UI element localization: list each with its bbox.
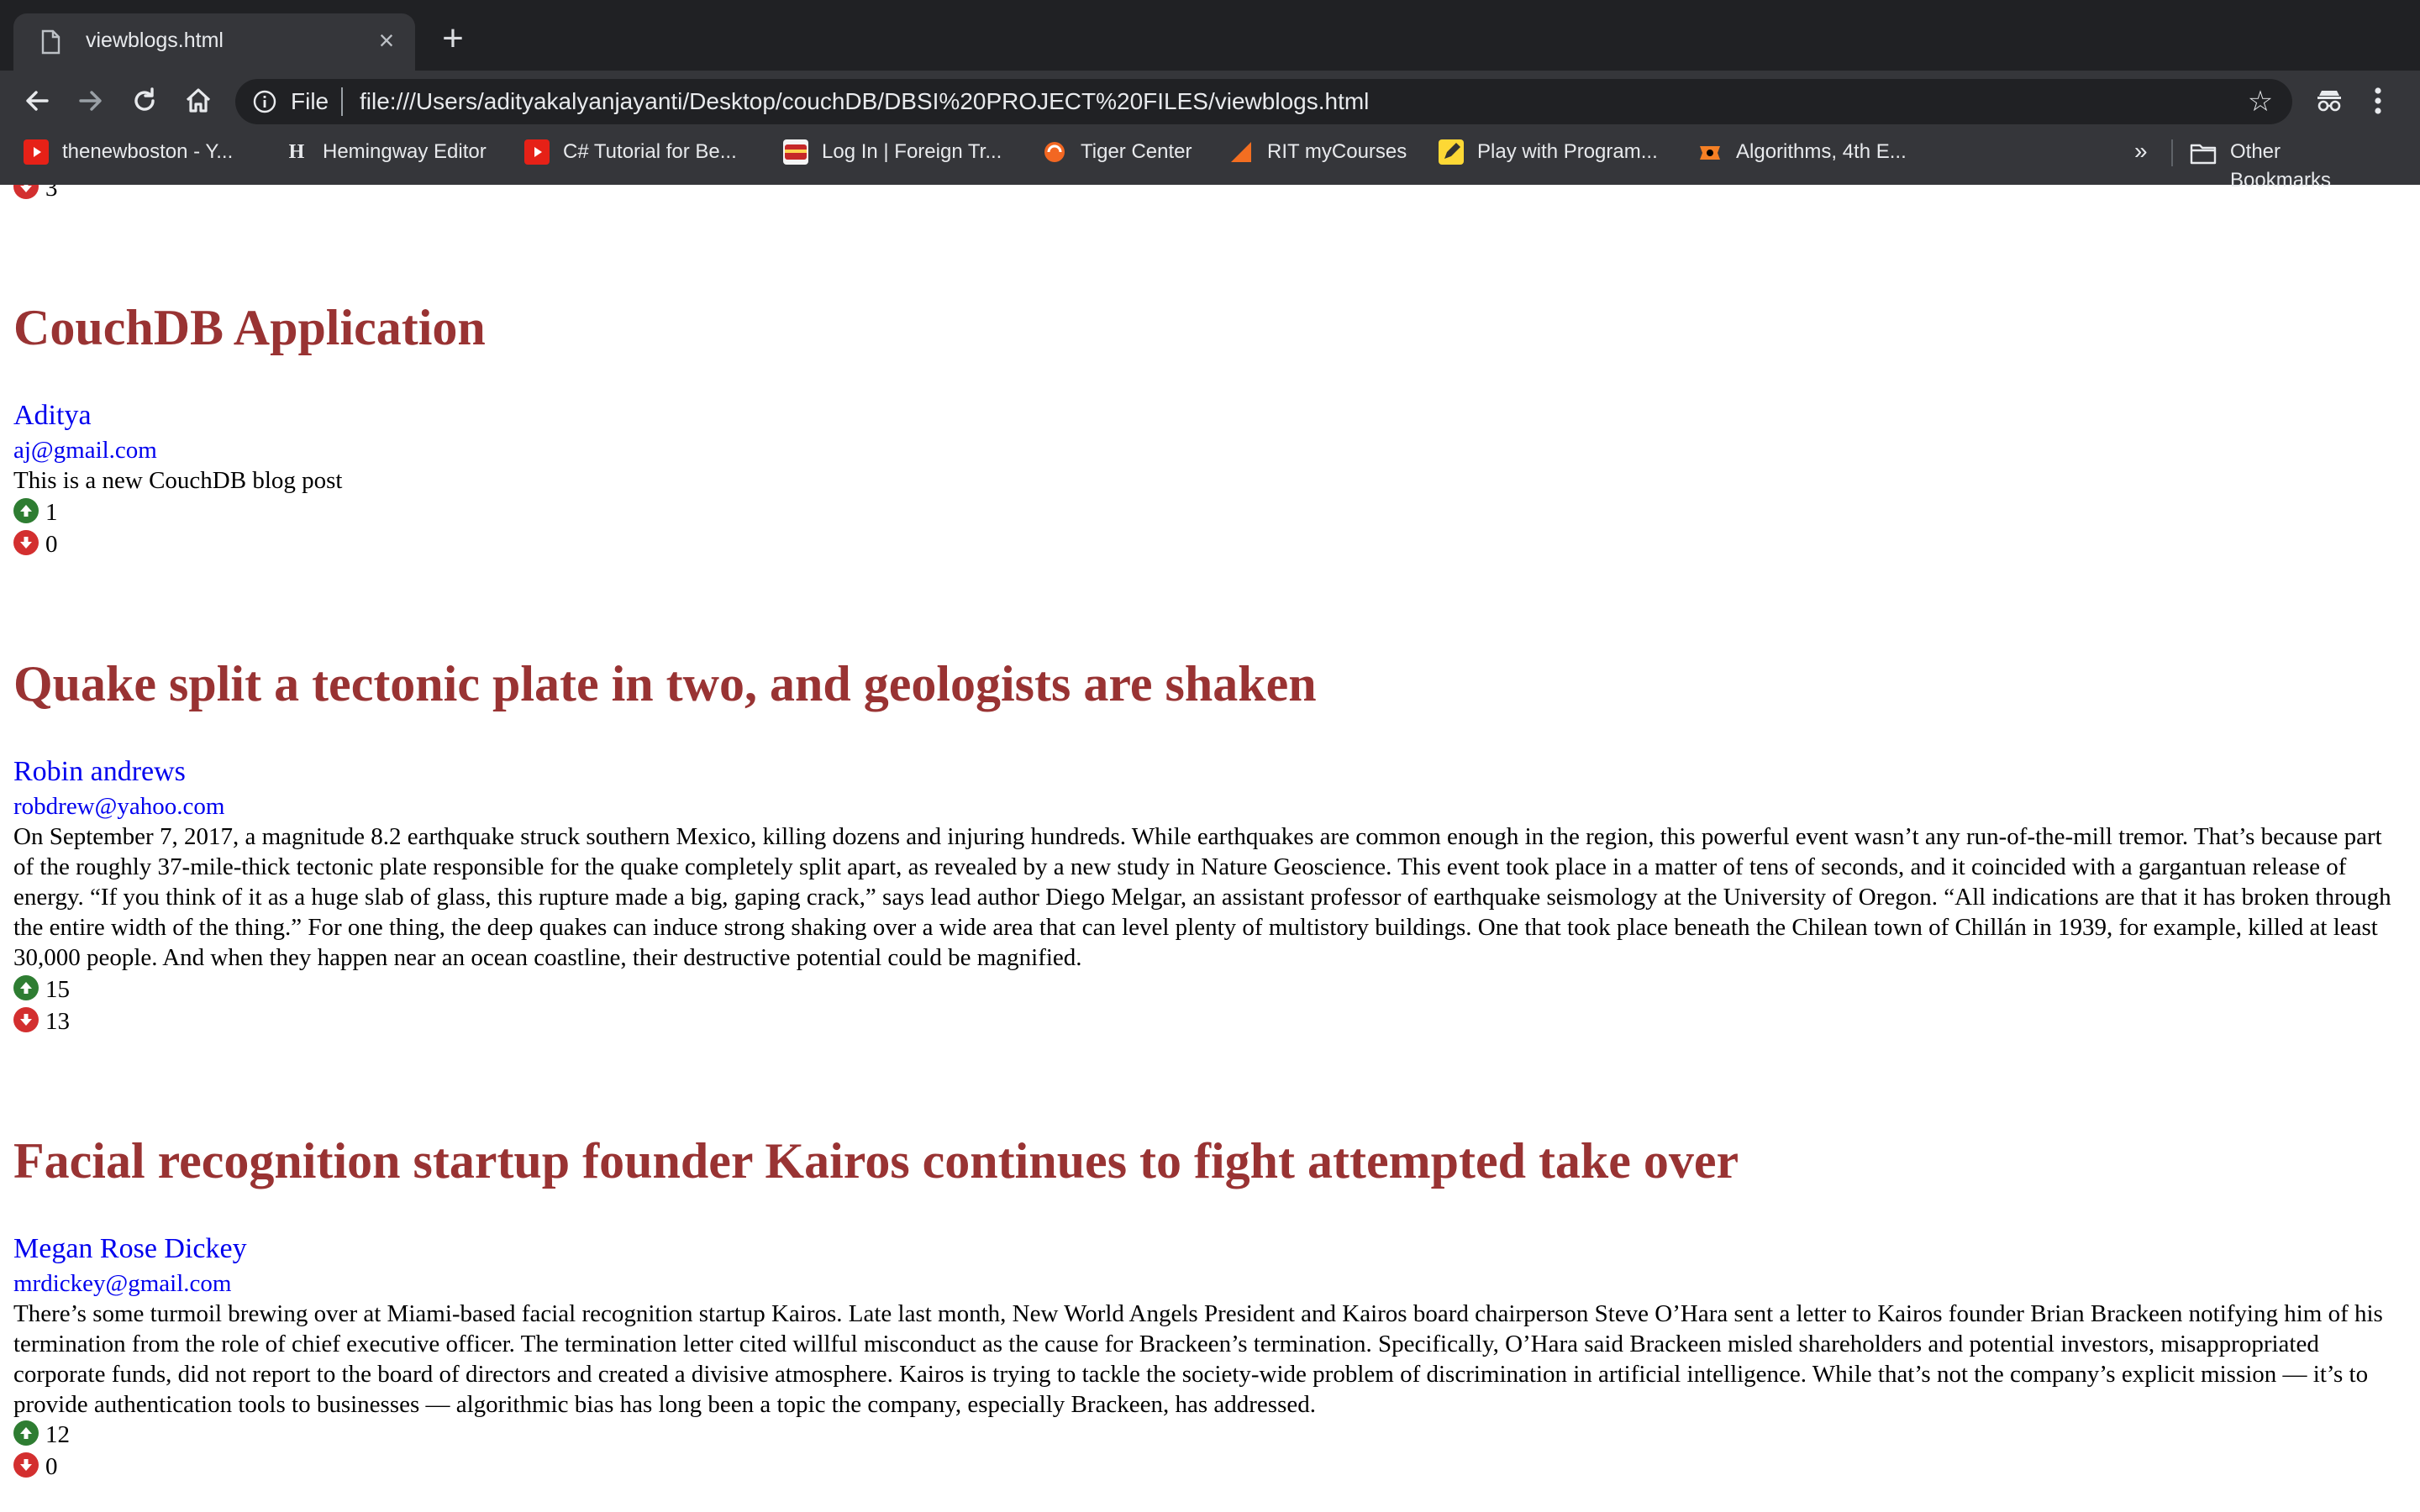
site-info-icon[interactable] xyxy=(252,89,277,114)
post-author-link[interactable]: Megan Rose Dickey xyxy=(13,1231,247,1267)
post-title: Quake split a tectonic plate in two, and… xyxy=(13,656,1317,711)
upvote-arrow-icon[interactable] xyxy=(13,975,39,1000)
tab-title: viewblogs.html xyxy=(86,29,224,52)
tiger-icon xyxy=(1042,139,1067,165)
extension-icon[interactable] xyxy=(2312,84,2346,118)
post-body: On September 7, 2017, a magnitude 8.2 ea… xyxy=(13,823,2391,971)
upvote-arrow-icon[interactable] xyxy=(13,498,39,523)
browser-chrome: viewblogs.html × + File file:///Users/ad… xyxy=(0,0,2420,192)
downvote-count: 3 xyxy=(45,185,58,202)
bookmarks-overflow-chevron-icon[interactable]: » xyxy=(2134,136,2148,166)
reload-icon[interactable] xyxy=(126,82,163,119)
post-title: Facial recognition startup founder Kairo… xyxy=(13,1133,1739,1189)
youtube-icon xyxy=(24,139,49,165)
bookmark-star-icon[interactable]: ☆ xyxy=(2247,87,2274,116)
url-text[interactable]: file:///Users/adityakalyanjayanti/Deskto… xyxy=(360,87,1369,117)
scheme-label: File xyxy=(291,88,329,114)
post-email-link[interactable]: aj@gmail.com xyxy=(13,435,157,465)
page-content: 3 CouchDB Application Aditya aj@gmail.co… xyxy=(0,185,2420,1512)
bookmark-label: C# Tutorial for Be... xyxy=(563,140,737,163)
mycourses-icon xyxy=(1228,139,1254,165)
downvote-count: 0 xyxy=(45,531,58,558)
bookmark-label: Play with Program... xyxy=(1477,140,1658,163)
post-body: There’s some turmoil brewing over at Mia… xyxy=(13,1300,2383,1418)
back-arrow-icon[interactable] xyxy=(18,82,55,119)
bookmark-label: Algorithms, 4th E... xyxy=(1736,140,1907,163)
address-separator xyxy=(341,87,343,116)
tab-strip: viewblogs.html × + xyxy=(0,0,2420,71)
pencil-icon xyxy=(1439,139,1464,165)
page-icon xyxy=(37,29,64,55)
upvote-arrow-icon[interactable] xyxy=(13,1420,39,1446)
browser-tab[interactable]: viewblogs.html × xyxy=(13,13,415,71)
post-author-link[interactable]: Robin andrews xyxy=(13,754,186,790)
post-email-link[interactable]: robdrew@yahoo.com xyxy=(13,791,224,822)
card-icon xyxy=(783,139,808,165)
hemingway-icon: H xyxy=(288,141,305,163)
post-body: This is a new CouchDB blog post xyxy=(13,467,343,494)
bookmark-label: RIT myCourses xyxy=(1267,140,1407,163)
bookmark-label: Hemingway Editor xyxy=(323,140,487,163)
bookmarks-divider xyxy=(2171,139,2173,166)
post-title: CouchDB Application xyxy=(13,300,486,355)
menu-dots-icon[interactable] xyxy=(2370,82,2386,119)
upvote-count: 15 xyxy=(45,976,70,1003)
downvote-count: 0 xyxy=(45,1453,58,1480)
bookmark-label: Tiger Center xyxy=(1081,140,1192,163)
downvote-arrow-icon[interactable] xyxy=(13,530,39,555)
downvote-count: 13 xyxy=(45,1008,70,1035)
downvote-arrow-icon[interactable] xyxy=(13,185,39,199)
downvote-arrow-icon[interactable] xyxy=(13,1452,39,1478)
upvote-count: 1 xyxy=(45,499,58,526)
other-bookmarks-label: Other Bookmarks xyxy=(2230,140,2332,192)
upvote-count: 12 xyxy=(45,1421,70,1448)
new-tab-button[interactable]: + xyxy=(437,20,469,57)
forward-arrow-icon[interactable] xyxy=(72,82,109,119)
bookmark-label: thenewboston - Y... xyxy=(62,140,234,163)
close-tab-icon[interactable]: × xyxy=(371,25,402,55)
bookmark-label: Log In | Foreign Tr... xyxy=(822,140,1002,163)
bookmarks-bar: thenewboston - Y... H Hemingway Editor C… xyxy=(0,133,2420,192)
downvote-arrow-icon[interactable] xyxy=(13,1007,39,1032)
post-author-link[interactable]: Aditya xyxy=(13,398,92,433)
post-email-link[interactable]: mrdickey@gmail.com xyxy=(13,1268,231,1299)
address-bar[interactable]: File file:///Users/adityakalyanjayanti/D… xyxy=(235,79,2292,124)
toolbar: File file:///Users/adityakalyanjayanti/D… xyxy=(0,71,2420,131)
folder-icon xyxy=(2190,143,2217,165)
home-icon[interactable] xyxy=(180,82,217,119)
youtube-icon xyxy=(524,139,550,165)
princeton-icon xyxy=(1697,139,1723,165)
